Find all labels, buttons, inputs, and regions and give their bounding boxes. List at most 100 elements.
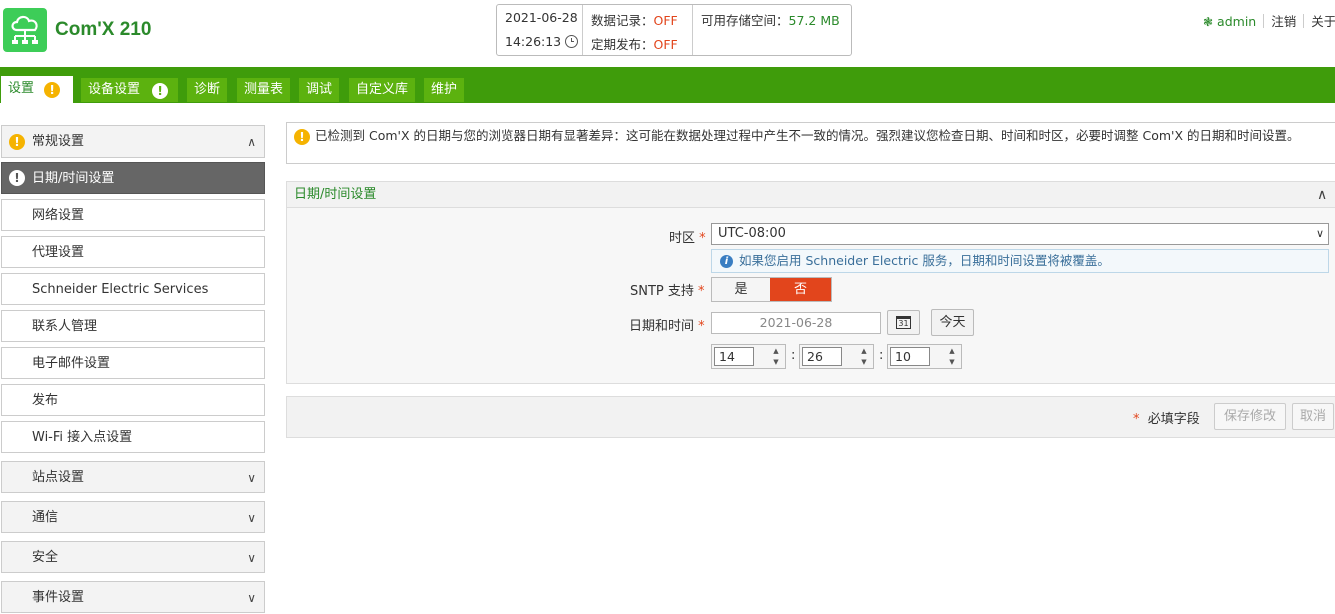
divider	[1263, 14, 1265, 28]
minute-stepper[interactable]: 26 ▲ ▼	[799, 344, 874, 369]
data-logging-value: OFF	[653, 13, 678, 28]
info-text: 如果您启用 Schneider Electric 服务，日期和时间设置将被覆盖。	[739, 253, 1110, 268]
alert-text: 已检测到 Com'X 的日期与您的浏览器日期有显著差异：这可能在数据处理过程中产…	[315, 128, 1300, 143]
chevron-up-icon: ∧	[247, 135, 256, 149]
tab-meters[interactable]: 测量表	[237, 78, 291, 102]
chevron-down-icon[interactable]: ▼	[857, 357, 871, 367]
hour-input[interactable]: 14	[714, 347, 754, 366]
save-button[interactable]: 保存修改	[1214, 403, 1286, 430]
tab-maintenance[interactable]: 维护	[424, 78, 465, 102]
sidebar-item-email[interactable]: 电子邮件设置	[1, 347, 265, 379]
sidebar-item-publish[interactable]: 发布	[1, 384, 265, 416]
chevron-down-icon: ∨	[247, 551, 256, 565]
storage-value: 57.2 MB	[788, 13, 840, 28]
required-marker: *	[698, 284, 705, 299]
data-logging-label: 数据记录：	[591, 13, 654, 28]
sidebar-item-label: 站点设置	[32, 470, 85, 485]
chevron-down-icon: ∨	[247, 511, 256, 525]
main-nav: 设置 ! 设备设置 ! 诊断 测量表 调试 自定义库 维护	[0, 67, 1335, 103]
status-time: 14:26:13	[505, 34, 562, 49]
calendar-button[interactable]: 31	[887, 310, 920, 335]
status-divider	[582, 5, 583, 55]
required-note: * 必填字段	[1133, 408, 1200, 427]
storage-label: 可用存储空间：	[701, 13, 789, 28]
warning-icon: !	[9, 170, 25, 186]
chevron-up-icon[interactable]: ▲	[945, 346, 959, 356]
time-separator: :	[791, 348, 796, 363]
sidebar-item-datetime[interactable]: ! 日期/时间设置	[1, 162, 265, 194]
app-header: Com'X 210 2021-06-28 14:26:13 数据记录：OFF 定…	[0, 0, 1335, 66]
chevron-down-icon: ∨	[247, 471, 256, 485]
sidebar-item-label: 安全	[32, 550, 59, 565]
sntp-toggle: 是 否	[711, 277, 832, 302]
network-cloud-icon	[11, 15, 38, 44]
tab-device-settings[interactable]: 设备设置 !	[81, 78, 178, 102]
sidebar-item-proxy[interactable]: 代理设置	[1, 236, 265, 268]
tab-label: 设备设置	[88, 82, 141, 97]
required-marker: *	[699, 231, 706, 246]
sidebar-group-site[interactable]: 站点设置 ∨	[1, 461, 265, 493]
chevron-down-icon[interactable]: ▼	[769, 357, 783, 367]
datetime-label-text: 日期和时间	[629, 319, 695, 334]
sntp-label: SNTP 支持 *	[630, 280, 705, 299]
tab-debug[interactable]: 调试	[299, 78, 340, 102]
tab-label: 设置	[8, 81, 35, 96]
status-date: 2021-06-28	[505, 10, 578, 25]
scheduled-publish-value: OFF	[653, 37, 678, 52]
warning-icon: !	[44, 82, 61, 98]
sidebar-item-wifi[interactable]: Wi-Fi 接入点设置	[1, 421, 265, 453]
sidebar-item-se-services[interactable]: Schneider Electric Services	[1, 273, 265, 305]
panel-header[interactable]: 日期/时间设置 ∧	[287, 182, 1335, 208]
sidebar-item-label: 通信	[32, 510, 59, 525]
date-input[interactable]: 2021-06-28	[711, 312, 881, 334]
status-time-wrap: 14:26:13	[505, 34, 579, 49]
sidebar-item-label: 常规设置	[32, 134, 85, 149]
timezone-label-text: 时区	[669, 231, 696, 246]
clock-icon	[565, 35, 579, 48]
data-logging-status: 数据记录：OFF	[591, 10, 678, 29]
required-marker: *	[1133, 412, 1140, 427]
brand-name: Com'X 210	[55, 19, 152, 40]
divider	[1303, 14, 1305, 28]
about-link[interactable]: 关于	[1311, 14, 1335, 29]
sidebar-group-events[interactable]: 事件设置 ∨	[1, 581, 265, 613]
required-note-text: 必填字段	[1147, 412, 1200, 427]
second-stepper[interactable]: 10 ▲ ▼	[887, 344, 962, 369]
chevron-up-icon[interactable]: ∧	[1317, 182, 1327, 208]
chevron-down-icon[interactable]: ▼	[945, 357, 959, 367]
warning-icon: !	[294, 129, 310, 145]
panel-title: 日期/时间设置	[294, 187, 377, 202]
tab-custom-library[interactable]: 自定义库	[349, 78, 416, 102]
user-bar: ❃ admin 注销 关于	[1203, 11, 1335, 30]
sntp-yes-button[interactable]: 是	[712, 278, 770, 301]
minute-input[interactable]: 26	[802, 347, 842, 366]
sidebar-group-security[interactable]: 安全 ∨	[1, 541, 265, 573]
hour-stepper[interactable]: 14 ▲ ▼	[711, 344, 786, 369]
logout-link[interactable]: 注销	[1271, 14, 1296, 29]
timezone-value: UTC-08:00	[718, 226, 786, 241]
chevron-down-icon: ∨	[247, 591, 256, 605]
tab-diagnostics[interactable]: 诊断	[187, 78, 228, 102]
user-icon: ❃	[1203, 15, 1214, 29]
warning-icon: !	[152, 83, 169, 99]
user-name-link[interactable]: admin	[1217, 14, 1256, 29]
sidebar-item-contacts[interactable]: 联系人管理	[1, 310, 265, 342]
timezone-select[interactable]: UTC-08:00 ∨	[711, 223, 1329, 245]
date-mismatch-alert: ! 已检测到 Com'X 的日期与您的浏览器日期有显著差异：这可能在数据处理过程…	[286, 122, 1335, 164]
today-button[interactable]: 今天	[931, 309, 974, 336]
chevron-up-icon[interactable]: ▲	[857, 346, 871, 356]
sidebar-group-general[interactable]: ! 常规设置 ∧	[1, 125, 265, 158]
sidebar-group-communication[interactable]: 通信 ∨	[1, 501, 265, 533]
tab-settings[interactable]: 设置 !	[1, 76, 73, 103]
cancel-button[interactable]: 取消	[1292, 403, 1334, 430]
second-input[interactable]: 10	[890, 347, 930, 366]
info-icon: i	[720, 255, 733, 268]
sidebar-item-network[interactable]: 网络设置	[1, 199, 265, 231]
scheduled-publish-status: 定期发布：OFF	[591, 34, 678, 53]
datetime-label: 日期和时间 *	[629, 315, 705, 334]
brand-logo	[3, 8, 47, 52]
chevron-up-icon[interactable]: ▲	[769, 346, 783, 356]
status-divider	[692, 5, 693, 55]
sntp-no-button[interactable]: 否	[770, 278, 831, 301]
timezone-label: 时区 *	[669, 227, 706, 246]
